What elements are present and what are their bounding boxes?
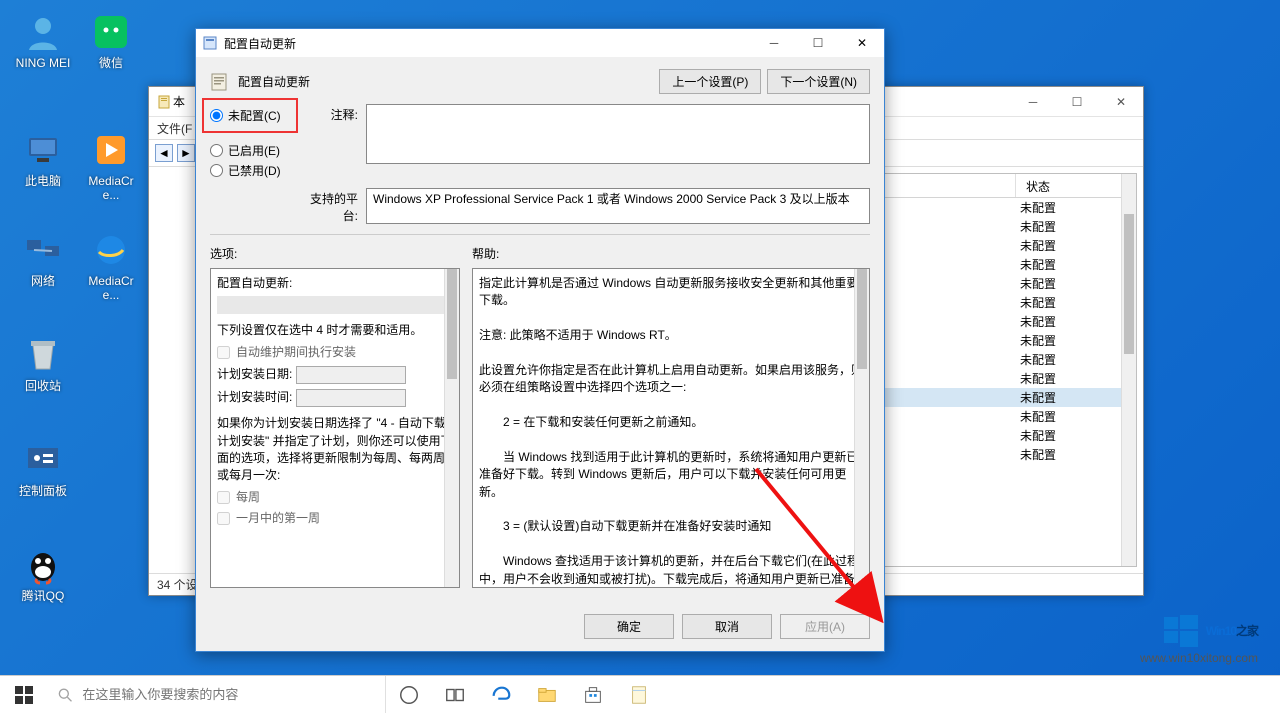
ok-button[interactable]: 确定 [584, 614, 674, 639]
chk-auto-maint[interactable]: 自动维护期间执行安装 [217, 344, 453, 361]
nav-back[interactable]: ◄ [155, 144, 173, 162]
pc-icon [23, 130, 63, 170]
nav-fwd[interactable]: ► [177, 144, 195, 162]
desktop-icon-ie[interactable]: MediaCre... [80, 230, 142, 302]
desktop-icon-label: 腾讯QQ [12, 589, 74, 603]
help-panel: 指定此计算机是否通过 Windows 自动更新服务接收安全更新和其他重要下载。 … [472, 268, 870, 588]
policy-header: 配置自动更新 [238, 73, 659, 90]
win10-logo-icon [1162, 613, 1202, 651]
column-state[interactable]: 状态 [1016, 174, 1136, 197]
start-button[interactable] [0, 676, 48, 713]
chk-weekly[interactable]: 每周 [217, 489, 453, 506]
cortana-icon[interactable] [386, 676, 432, 713]
help-label: 帮助: [472, 245, 499, 262]
qq-icon [23, 545, 63, 585]
notepad-task-icon[interactable] [616, 676, 662, 713]
dialog-titlebar: 配置自动更新 ─ ☐ ✕ [196, 29, 884, 57]
desktop-icon-label: MediaCre... [80, 174, 142, 202]
search-icon [58, 687, 72, 703]
comment-field[interactable] [366, 104, 870, 164]
help-scrollbar[interactable] [854, 269, 869, 587]
desktop-icon-label: 控制面板 [12, 484, 74, 498]
apply-button[interactable]: 应用(A) [780, 614, 870, 639]
gpedit-title: 本 [173, 93, 185, 110]
desktop-icon-user[interactable]: NING MEI [12, 12, 74, 70]
comment-label: 注释: [306, 104, 366, 182]
desktop-icon-bin[interactable]: 回收站 [12, 335, 74, 393]
ie-icon [91, 230, 131, 270]
net-icon [23, 230, 63, 270]
search-box[interactable] [48, 676, 386, 713]
ctrl-icon [23, 440, 63, 480]
desktop-icon-label: 此电脑 [12, 174, 74, 188]
desktop-icon-ctrl[interactable]: 控制面板 [12, 440, 74, 498]
desktop-icon-pc[interactable]: 此电脑 [12, 130, 74, 188]
scheduled-day-dropdown[interactable] [296, 366, 406, 384]
desktop-icon-label: 网络 [12, 274, 74, 288]
explorer-icon[interactable] [524, 676, 570, 713]
policy-icon [202, 35, 218, 51]
close-button[interactable]: ✕ [1099, 87, 1143, 116]
taskbar [0, 675, 1280, 713]
store-icon[interactable] [570, 676, 616, 713]
desktop-icon-qq[interactable]: 腾讯QQ [12, 545, 74, 603]
maximize-button[interactable]: ☐ [1055, 87, 1099, 116]
chk-first-week[interactable]: 一月中的第一周 [217, 510, 453, 527]
radio-unconfigured[interactable]: 未配置(C) [210, 107, 290, 124]
policy-dialog: 配置自动更新 ─ ☐ ✕ 配置自动更新 上一个设置(P) 下一个设置(N) 未配… [195, 28, 885, 652]
desktop-icon-label: 微信 [80, 56, 142, 70]
user-icon [23, 12, 63, 52]
supported-platforms: Windows XP Professional Service Pack 1 或… [366, 188, 870, 224]
watermark: Win10之家 www.win10xitong.com [1140, 611, 1258, 665]
policy-header-icon [210, 72, 230, 92]
prev-setting-button[interactable]: 上一个设置(P) [659, 69, 761, 94]
gpedit-icon [157, 94, 173, 110]
next-setting-button[interactable]: 下一个设置(N) [767, 69, 870, 94]
dlg-maximize[interactable]: ☐ [796, 29, 840, 57]
options-scrollbar[interactable] [444, 269, 459, 587]
desktop-icon-label: NING MEI [12, 56, 74, 70]
cancel-button[interactable]: 取消 [682, 614, 772, 639]
edge-icon[interactable] [478, 676, 524, 713]
desktop-icon-label: 回收站 [12, 379, 74, 393]
radio-disabled[interactable]: 已禁用(D) [210, 162, 306, 179]
desktop-icon-net[interactable]: 网络 [12, 230, 74, 288]
dlg-close[interactable]: ✕ [840, 29, 884, 57]
wechat-icon [91, 12, 131, 52]
media-icon [91, 130, 131, 170]
radio-enabled[interactable]: 已启用(E) [210, 142, 306, 159]
desktop-icon-wechat[interactable]: 微信 [80, 12, 142, 70]
platform-label: 支持的平台: [306, 188, 366, 224]
minimize-button[interactable]: ─ [1011, 87, 1055, 116]
desktop-icon-media[interactable]: MediaCre... [80, 130, 142, 202]
options-panel: 配置自动更新: 下列设置仅在选中 4 时才需要和适用。 自动维护期间执行安装 计… [210, 268, 460, 588]
search-input[interactable] [82, 687, 385, 702]
task-view-icon[interactable] [432, 676, 478, 713]
bin-icon [23, 335, 63, 375]
radio-unconfigured-highlight: 未配置(C) [202, 98, 298, 133]
windows-icon [15, 686, 33, 704]
dialog-title: 配置自动更新 [224, 35, 296, 52]
dlg-minimize[interactable]: ─ [752, 29, 796, 57]
scheduled-time-dropdown[interactable] [296, 389, 406, 407]
scrollbar[interactable] [1121, 174, 1136, 566]
desktop-icon-label: MediaCre... [80, 274, 142, 302]
options-label: 选项: [210, 245, 472, 262]
